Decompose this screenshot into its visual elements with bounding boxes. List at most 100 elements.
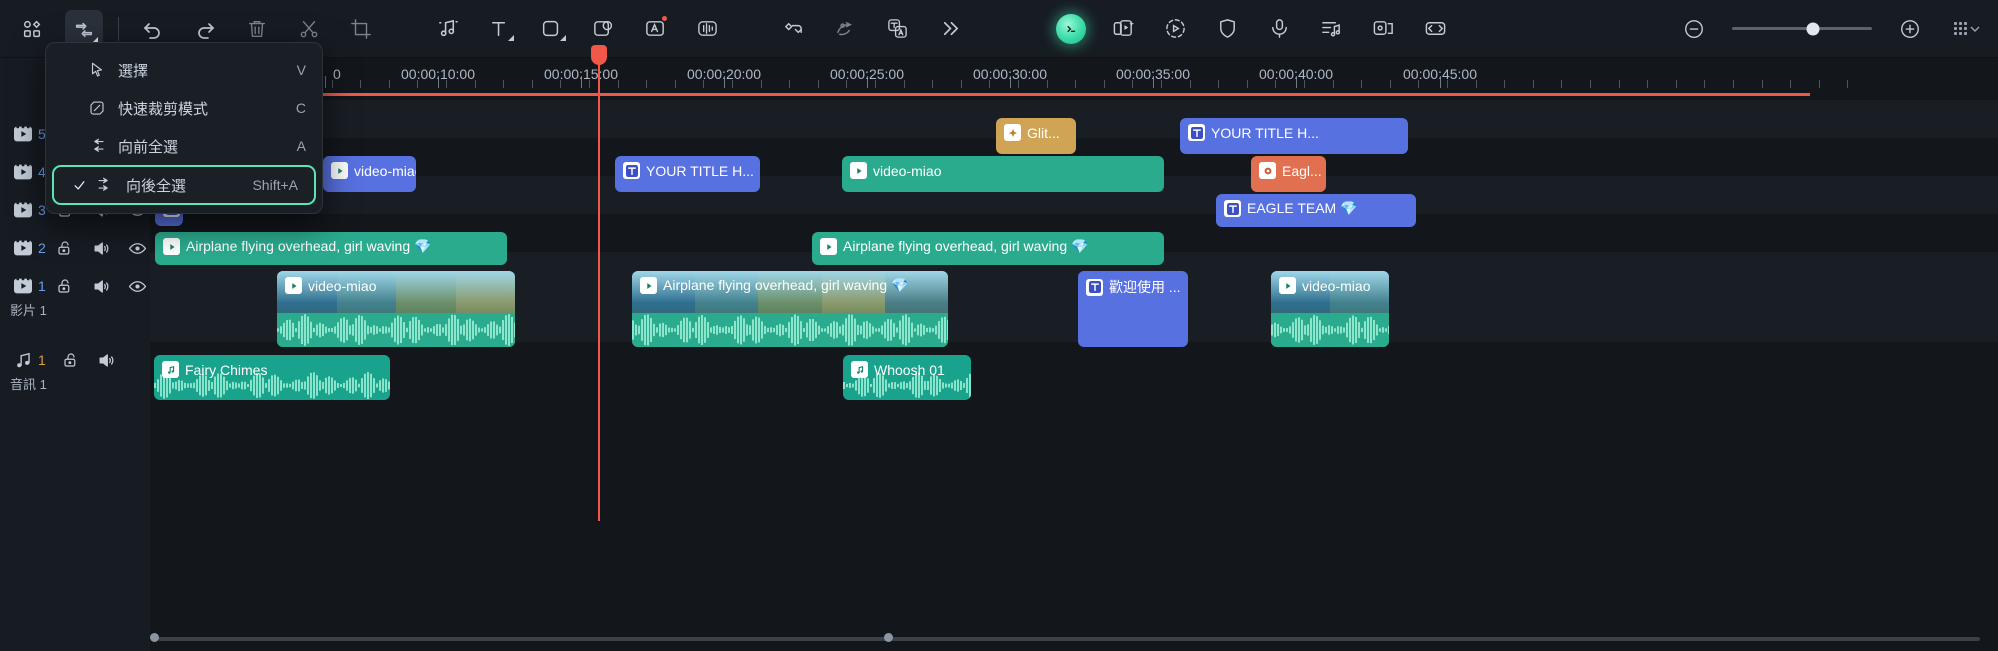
playhead-handle[interactable] [591, 45, 607, 65]
clip-label-row: video-miao [277, 271, 384, 300]
speaker-icon[interactable] [94, 347, 120, 373]
ruler-tick [1590, 80, 1591, 88]
clip-label-row: YOUR TITLE H... [1180, 118, 1327, 147]
timeline-clip[interactable]: Glit... [996, 118, 1076, 154]
track-header-video-track-2[interactable]: 2 [0, 234, 150, 262]
timeline-clip[interactable]: Fairy Chimes [154, 355, 390, 400]
menu-item-label: 向前全選 [118, 138, 179, 156]
clip-label: Airplane flying overhead, girl waving 💎 [663, 277, 909, 293]
horizontal-scrollbar[interactable] [150, 633, 1980, 643]
cursor-arrow-icon [82, 61, 112, 79]
preview-render-icon[interactable] [1156, 10, 1194, 48]
eye-visibility-icon[interactable] [124, 235, 150, 261]
eye-visibility-icon[interactable] [124, 273, 150, 299]
clip-label-row: video-miao [323, 156, 416, 185]
timeline-clip[interactable]: YOUR TITLE H... [1180, 118, 1408, 154]
menu-item-select-backward[interactable]: 向後全選 Shift+A [52, 165, 316, 205]
timeline-clip[interactable]: Airplane flying overhead, girl waving 💎 [632, 271, 948, 347]
ruler-tick [1561, 80, 1563, 88]
voice-record-icon[interactable] [1260, 10, 1298, 48]
thumbnail-icon[interactable] [1364, 10, 1402, 48]
timeline-canvas[interactable]: Glit... YOUR TITLE H... video-miao YOUR TIT… [150, 100, 1998, 651]
clip-label: Whoosh 01 [874, 361, 945, 378]
ai-assistant-orb-icon[interactable] [1052, 10, 1090, 48]
text-icon[interactable] [480, 10, 518, 48]
timeline-clip[interactable]: video-miao [842, 156, 1164, 192]
ruler-time-label: 0 [333, 66, 341, 82]
translate-icon[interactable] [878, 10, 916, 48]
speaker-icon[interactable] [88, 235, 114, 261]
text-badge-icon [1188, 124, 1205, 141]
scrollbar-right-handle[interactable] [884, 633, 893, 642]
timeline-clip[interactable]: Airplane flying overhead, girl waving 💎 [155, 232, 507, 265]
ruler-tick [817, 80, 819, 88]
scrollbar-left-handle[interactable] [150, 633, 159, 642]
waveform-icon[interactable] [688, 10, 726, 48]
audio-detach-icon[interactable] [428, 10, 466, 48]
timeline-clip[interactable]: Eagl... [1251, 156, 1326, 192]
film-strip-icon [10, 121, 36, 147]
clip-label: video-miao [354, 162, 416, 179]
ruler-tick [388, 80, 390, 88]
lock-icon[interactable] [58, 347, 84, 373]
shield-icon[interactable] [1208, 10, 1246, 48]
playhead[interactable] [591, 45, 607, 521]
clip-label: Eagl... [1282, 162, 1322, 179]
timeline-clip[interactable]: Airplane flying overhead, girl waving 💎 [812, 232, 1164, 265]
ruler-major-tick [325, 76, 326, 88]
track-header-video-track-1[interactable]: 1 [0, 272, 150, 300]
zoom-control [1668, 10, 1936, 48]
clip-label-row: Airplane flying overhead, girl waving 💎 [632, 271, 916, 300]
timeline-clip[interactable]: video-miao [323, 156, 416, 192]
sticker-icon [1004, 124, 1021, 141]
menu-item-cursor-arrow[interactable]: 選擇 V [46, 51, 322, 89]
timeline-clip[interactable]: YOUR TITLE H... [615, 156, 760, 192]
more-chevrons-icon[interactable] [930, 10, 968, 48]
zoom-slider[interactable] [1732, 22, 1872, 35]
check-icon [68, 178, 90, 193]
ruler-tick [1647, 80, 1649, 88]
clip-label: video-miao [873, 162, 942, 179]
track-header-audio-track-1[interactable]: 1 [0, 346, 150, 374]
auto-caption-icon[interactable] [636, 10, 674, 48]
layout-grid-icon[interactable] [13, 10, 51, 48]
crop-icon[interactable] [342, 10, 380, 48]
timeline-clip[interactable]: video-miao [1271, 271, 1389, 347]
speed-icon[interactable] [826, 10, 864, 48]
ruler-tick [1389, 80, 1391, 88]
fit-width-icon[interactable] [1416, 10, 1454, 48]
film-strip-icon [10, 273, 36, 299]
lock-icon[interactable] [52, 273, 78, 299]
timeline-clip[interactable]: Whoosh 01 [843, 355, 971, 400]
play-badge-icon [820, 238, 837, 255]
layout-options-button[interactable] [1954, 22, 1980, 35]
timeline-clip[interactable]: EAGLE TEAM 💎 [1216, 194, 1416, 227]
scrollbar-track[interactable] [158, 637, 1980, 641]
track-row-background[interactable] [150, 342, 1998, 404]
clip-label: 歡迎使用 ... [1109, 279, 1181, 295]
shape-icon[interactable] [532, 10, 570, 48]
keyframe-icon[interactable] [774, 10, 812, 48]
zoom-in-icon[interactable] [1891, 10, 1929, 48]
ai-video-icon[interactable] [1104, 10, 1142, 48]
timeline-clip[interactable]: 歡迎使用 ... [1078, 271, 1188, 347]
zoom-slider-knob[interactable] [1806, 22, 1820, 35]
menu-item-label: 快速裁剪模式 [118, 100, 209, 118]
sticker-icon [1259, 162, 1276, 179]
ruler-tick [1790, 80, 1792, 88]
speaker-icon[interactable] [88, 273, 114, 299]
zoom-out-icon[interactable] [1675, 10, 1713, 48]
lock-icon[interactable] [52, 235, 78, 261]
menu-item-select-forward[interactable]: 向前全選 A [46, 127, 322, 165]
ruler-time-label: 00:00:35:00 [1116, 66, 1190, 82]
audio-list-icon[interactable] [1312, 10, 1350, 48]
timeline-clip[interactable]: video-miao [277, 271, 515, 347]
clip-label: YOUR TITLE H... [1211, 124, 1319, 141]
menu-item-shortcut: V [296, 62, 306, 78]
menu-item-trim-blade[interactable]: 快速裁剪模式 C [46, 89, 322, 127]
select-mode-dropdown-menu[interactable]: 選擇 V 快速裁剪模式 C 向前全選 A 向後全選 Shift+A [45, 42, 323, 214]
ruler-tick [1246, 80, 1248, 88]
clip-label: EAGLE TEAM 💎 [1247, 200, 1358, 216]
ruler-tick [1675, 80, 1677, 88]
mask-icon[interactable] [584, 10, 622, 48]
